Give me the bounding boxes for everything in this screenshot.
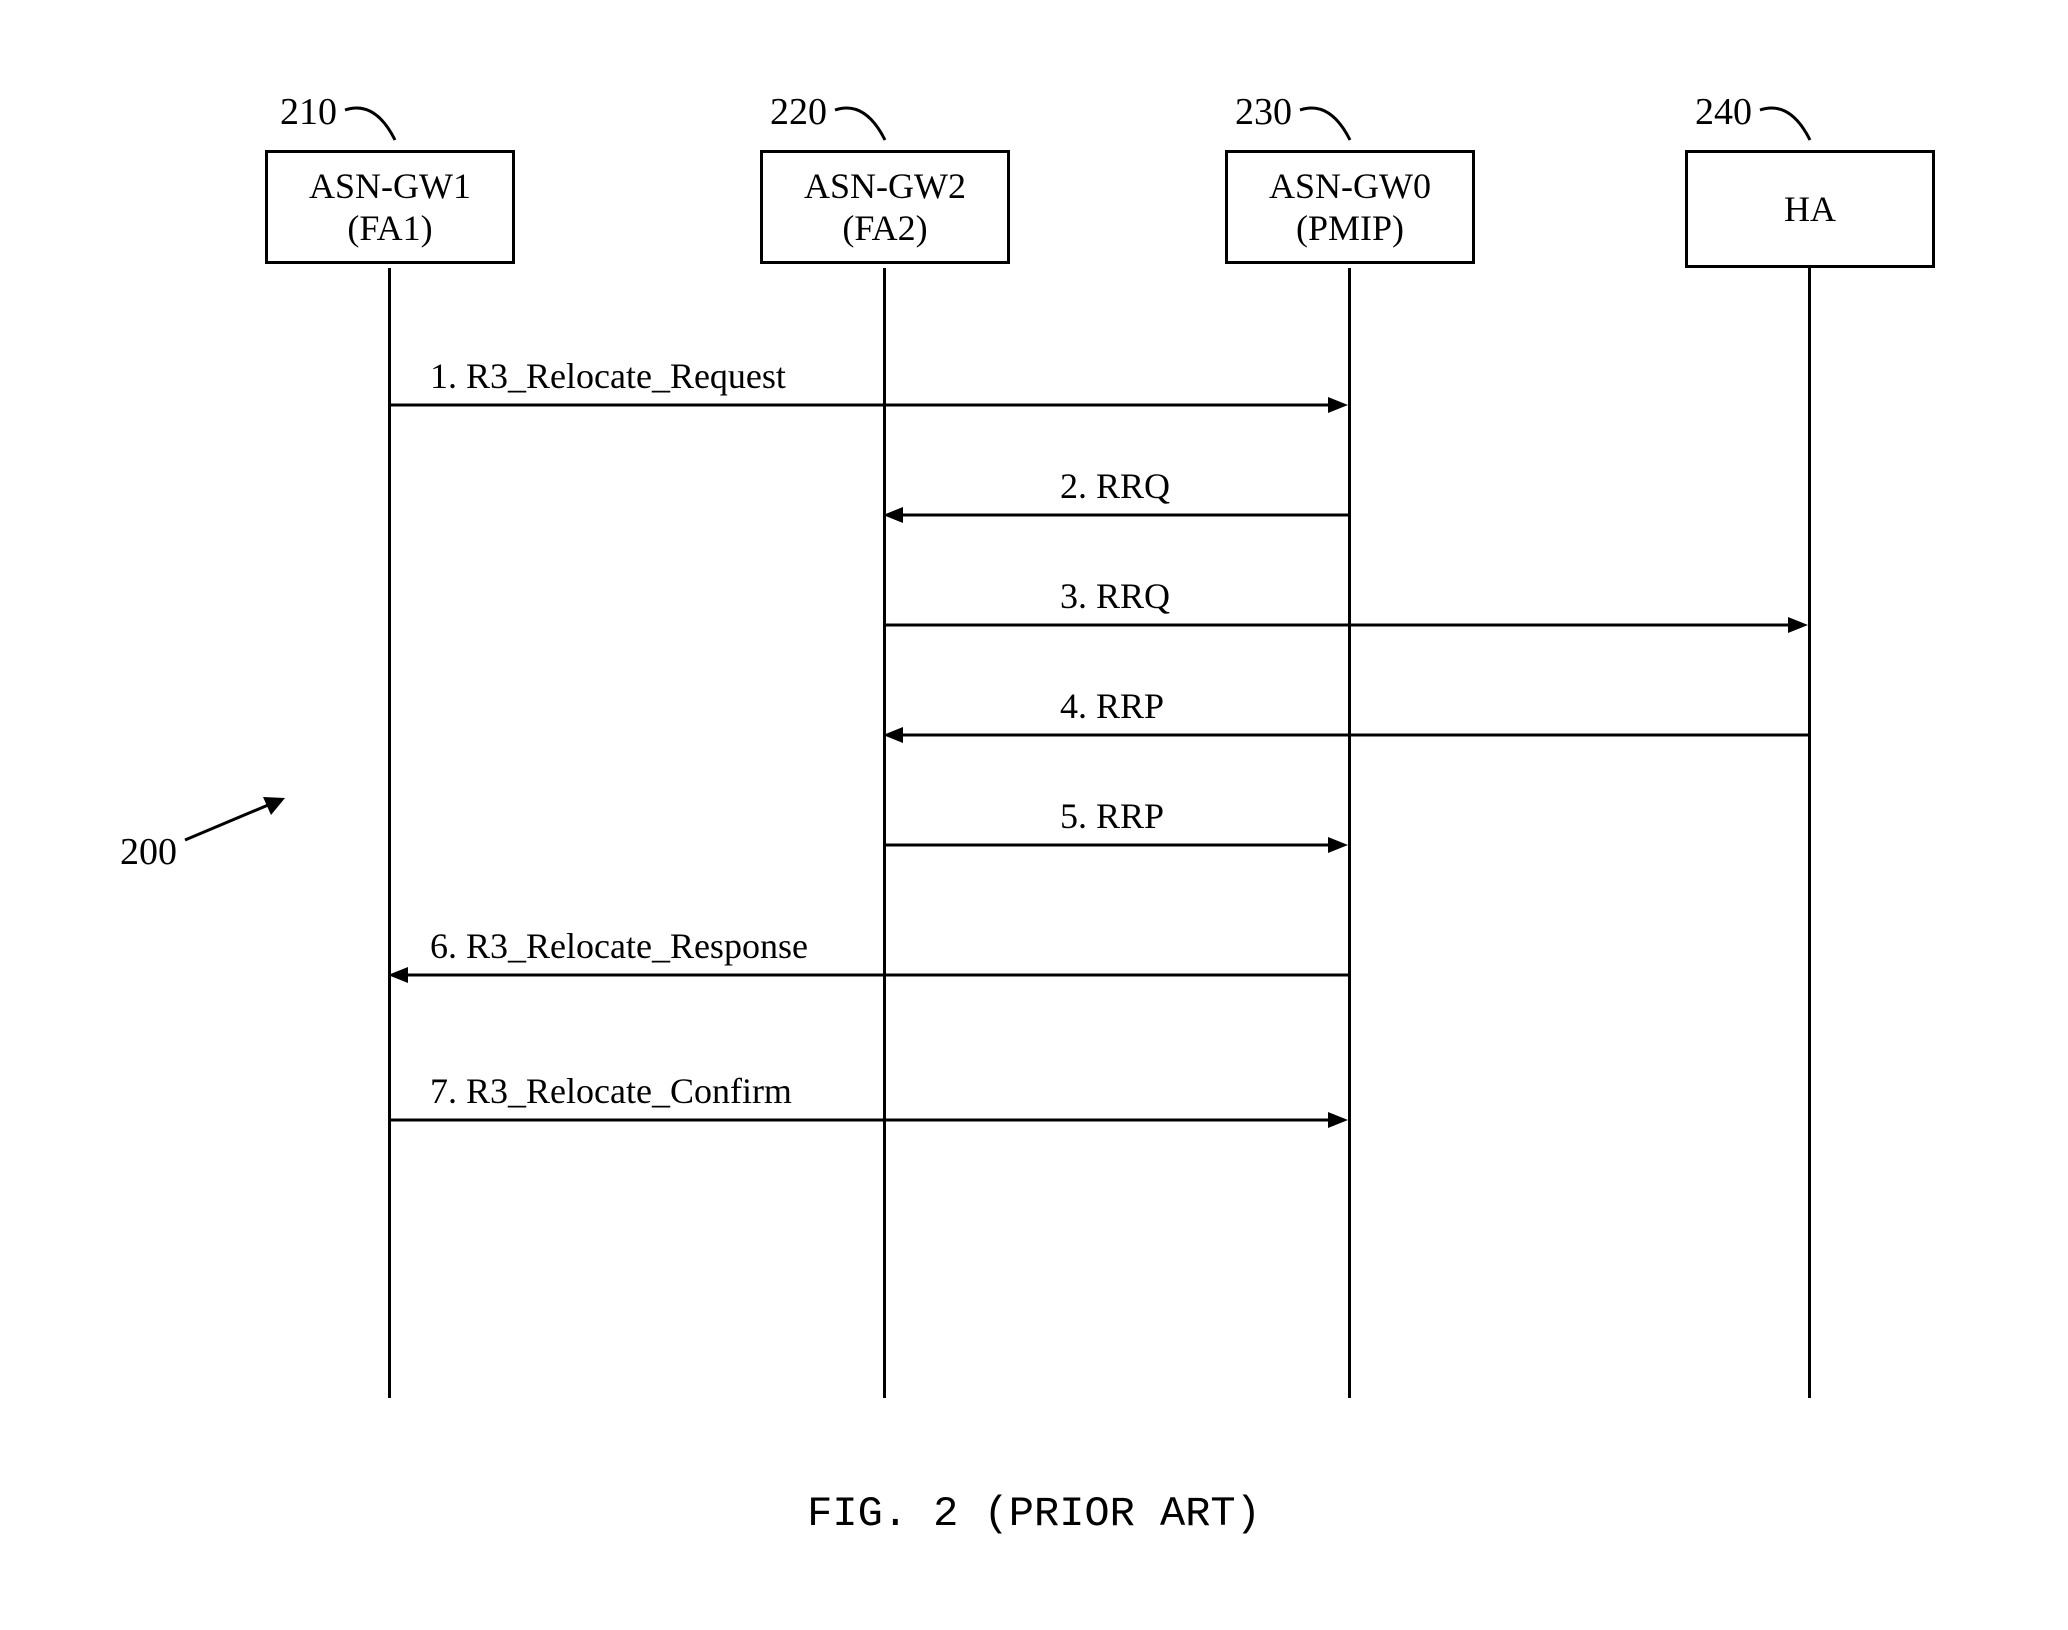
message-label-1: 1. R3_Relocate_Request (430, 355, 786, 397)
diagram-ref-arrow (185, 790, 305, 850)
message-arrow-1 (388, 395, 1353, 415)
ref-label-240: 240 (1695, 90, 1752, 134)
participant-sub-1: (FA1) (288, 207, 492, 249)
ref-label-230: 230 (1235, 90, 1292, 134)
ref-label-220: 220 (770, 90, 827, 134)
message-arrow-3 (883, 615, 1813, 635)
ref-curve-240 (1760, 100, 1840, 150)
message-label-7: 7. R3_Relocate_Confirm (430, 1070, 792, 1112)
message-arrow-5 (883, 835, 1353, 855)
ref-label-210: 210 (280, 90, 337, 134)
participant-sub-2: (FA2) (783, 207, 987, 249)
lifeline-2 (883, 268, 886, 1398)
message-label-6: 6. R3_Relocate_Response (430, 925, 808, 967)
message-arrow-7 (388, 1110, 1353, 1130)
participant-sub-3: (PMIP) (1248, 207, 1452, 249)
message-label-2: 2. RRQ (1060, 465, 1170, 507)
message-arrow-6 (388, 965, 1353, 985)
lifeline-1 (388, 268, 391, 1398)
message-arrow-2 (883, 505, 1353, 525)
participant-name-2: ASN-GW2 (783, 165, 987, 207)
message-label-5: 5. RRP (1060, 795, 1164, 837)
figure-caption: FIG. 2 (PRIOR ART) (0, 1490, 2068, 1538)
participant-name-1: ASN-GW1 (288, 165, 492, 207)
participant-box-4: HA (1685, 150, 1935, 268)
lifeline-4 (1808, 268, 1811, 1398)
participant-box-1: ASN-GW1 (FA1) (265, 150, 515, 264)
participant-name-4: HA (1784, 188, 1836, 230)
participant-name-3: ASN-GW0 (1248, 165, 1452, 207)
ref-curve-230 (1300, 100, 1380, 150)
message-arrow-4 (883, 725, 1813, 745)
message-label-3: 3. RRQ (1060, 575, 1170, 617)
participant-box-2: ASN-GW2 (FA2) (760, 150, 1010, 264)
ref-curve-220 (835, 100, 915, 150)
lifeline-3 (1348, 268, 1351, 1398)
participant-box-3: ASN-GW0 (PMIP) (1225, 150, 1475, 264)
ref-curve-210 (345, 100, 425, 150)
diagram-ref-label: 200 (120, 830, 177, 874)
message-label-4: 4. RRP (1060, 685, 1164, 727)
